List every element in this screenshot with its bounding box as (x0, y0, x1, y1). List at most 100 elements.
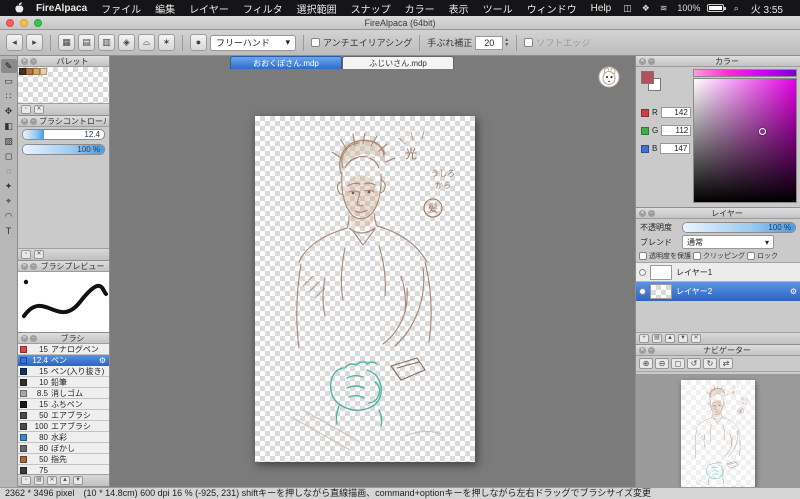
brush-size-slider[interactable]: 12.4 (22, 129, 105, 140)
menu-window[interactable]: ウィンドウ (520, 1, 584, 16)
layer-visibility-icon[interactable] (639, 268, 646, 276)
clipping-checkbox[interactable] (693, 252, 701, 260)
battery-icon[interactable] (707, 4, 727, 12)
lock-checkbox[interactable] (747, 252, 755, 260)
brush-item[interactable]: 15 ふちペン (18, 399, 109, 410)
collapse-icon[interactable]: − (30, 262, 37, 270)
menu-file[interactable]: ファイル (94, 1, 148, 16)
brush-shape-icon[interactable]: ● (190, 34, 207, 51)
close-icon[interactable]: ✕ (639, 57, 646, 65)
navigator-view[interactable] (636, 374, 800, 487)
brush-control-header[interactable]: ✕ − ブラシコントロール (18, 116, 109, 127)
soft-edge-checkbox[interactable] (524, 38, 534, 47)
palette-swatch[interactable] (33, 68, 40, 75)
add-control-button[interactable]: ▫ (21, 250, 31, 259)
minimize-window-button[interactable] (20, 18, 28, 27)
navigator-header[interactable]: ✕ − ナビゲーター (636, 345, 800, 356)
stabilizer-input[interactable] (475, 35, 504, 50)
stabilizer-stepper[interactable]: ▲ ▼ (504, 37, 509, 48)
move-tool-icon[interactable]: ✥ (1, 104, 17, 118)
blue-value[interactable]: 147 (660, 143, 691, 154)
redo-button[interactable]: ▸ (26, 34, 43, 51)
undo-button[interactable]: ◂ (6, 34, 23, 51)
brush-item[interactable]: 100 エアブラシ (18, 421, 109, 432)
collapse-icon[interactable]: − (30, 117, 37, 125)
delete-brush-button[interactable]: ✕ (47, 476, 57, 485)
brush-item[interactable]: 15 ペン(入り抜き) (18, 366, 109, 377)
menu-firealpaca[interactable]: FireAlpaca (29, 3, 94, 14)
hue-bar[interactable] (693, 69, 797, 77)
add-brush-button[interactable]: ▫ (21, 476, 31, 485)
fill-tool-icon[interactable]: ◧ (1, 119, 17, 133)
palette-panel-header[interactable]: ✕ − パレット (18, 56, 109, 67)
apple-menu-icon[interactable] (10, 1, 29, 15)
delete-layer-button[interactable]: ✕ (691, 334, 701, 343)
zoom-in-icon[interactable]: ⊕ (639, 358, 653, 369)
menu-select[interactable]: 選択範囲 (290, 1, 344, 16)
green-value[interactable]: 112 (661, 125, 692, 136)
brush-item[interactable]: 80 ぼかし (18, 443, 109, 454)
rotate-right-icon[interactable]: ↻ (703, 358, 717, 369)
add-swatch-button[interactable]: ▫ (21, 105, 31, 114)
brush-item[interactable]: 80 水彩 (18, 432, 109, 443)
menu-color[interactable]: カラー (398, 1, 442, 16)
window-titlebar[interactable]: FireAlpaca (64bit) (0, 16, 800, 30)
layer-row-selected[interactable]: レイヤー2 ⚙ (636, 282, 800, 301)
menu-view[interactable]: 表示 (442, 1, 476, 16)
layer-down-button[interactable]: ▼ (678, 334, 688, 343)
zoom-out-icon[interactable]: ⊖ (655, 358, 669, 369)
brush-item[interactable]: 50 指先 (18, 454, 109, 465)
foreground-color-swatch[interactable] (641, 71, 654, 84)
menu-snap[interactable]: スナップ (344, 1, 398, 16)
snap-concentric-icon[interactable]: ⌓ (138, 34, 155, 51)
color-panel-header[interactable]: ✕ − カラー (636, 56, 800, 67)
add-folder-button[interactable]: ▤ (652, 334, 662, 343)
palette-grid[interactable] (18, 67, 109, 103)
protect-alpha-checkbox[interactable] (639, 252, 647, 260)
brush-item[interactable]: 75 (18, 465, 109, 474)
document-tab-active[interactable]: おおくぼさん.mdp (230, 56, 342, 69)
collapse-icon[interactable]: − (30, 57, 37, 65)
layer-settings-icon[interactable]: ⚙ (790, 287, 797, 296)
delete-control-button[interactable]: ✕ (34, 250, 44, 259)
brush-item[interactable]: 10 鉛筆 (18, 377, 109, 388)
antialias-checkbox[interactable] (311, 38, 320, 47)
palette-swatch[interactable] (26, 68, 33, 75)
collapse-icon[interactable]: − (648, 57, 655, 65)
layer-visibility-icon[interactable] (639, 287, 646, 295)
canvas-region[interactable]: おおくぼさん.mdp ふじいさん.mdp 光 うしろ から 髪 (110, 56, 635, 487)
fit-view-icon[interactable]: ◻ (671, 358, 685, 369)
hand-tool-icon[interactable]: ◠ (1, 209, 17, 223)
navigator-thumbnail[interactable] (681, 380, 755, 487)
close-icon[interactable]: ✕ (21, 334, 28, 342)
zoom-window-button[interactable] (34, 18, 42, 27)
select-tool-icon[interactable]: ◻ (1, 149, 17, 163)
menu-help[interactable]: Help (584, 3, 619, 14)
eraser-tool-icon[interactable]: ▭ (1, 74, 17, 88)
palette-swatch[interactable] (19, 68, 26, 75)
menubar-clock[interactable]: 火 3:55 (744, 1, 790, 16)
draw-mode-select[interactable]: フリーハンド ▾ (210, 34, 296, 51)
snap-cross-icon[interactable]: ▥ (98, 34, 115, 51)
close-icon[interactable]: ✕ (21, 117, 28, 125)
brush-item-selected[interactable]: 12.4 ペン ⚙ (18, 355, 109, 366)
brush-opacity-slider[interactable]: 100 % (22, 144, 105, 155)
red-value[interactable]: 142 (660, 107, 691, 118)
dot-tool-icon[interactable]: ∷ (1, 89, 17, 103)
magicwand-tool-icon[interactable]: ✦ (1, 179, 17, 193)
menu-tool[interactable]: ツール (476, 1, 520, 16)
layer-panel-header[interactable]: ✕ − レイヤー (636, 208, 800, 219)
collapse-icon[interactable]: − (30, 334, 37, 342)
control-center-icon[interactable]: ❖ (637, 3, 655, 14)
menu-layer[interactable]: レイヤー (182, 1, 236, 16)
flip-view-icon[interactable]: ⇄ (719, 358, 733, 369)
brush-settings-icon[interactable]: ⚙ (99, 356, 107, 365)
collapse-icon[interactable]: − (648, 346, 655, 354)
canvas-artboard[interactable]: 光 うしろ から 髪 (255, 116, 475, 462)
pen-tool-icon[interactable]: ✎ (0, 59, 17, 73)
close-window-button[interactable] (6, 18, 14, 27)
wifi-icon[interactable]: ≋ (655, 3, 673, 14)
close-icon[interactable]: ✕ (21, 262, 28, 270)
palette-swatch[interactable] (40, 68, 47, 75)
spotlight-icon[interactable]: ⌕ (729, 3, 744, 14)
